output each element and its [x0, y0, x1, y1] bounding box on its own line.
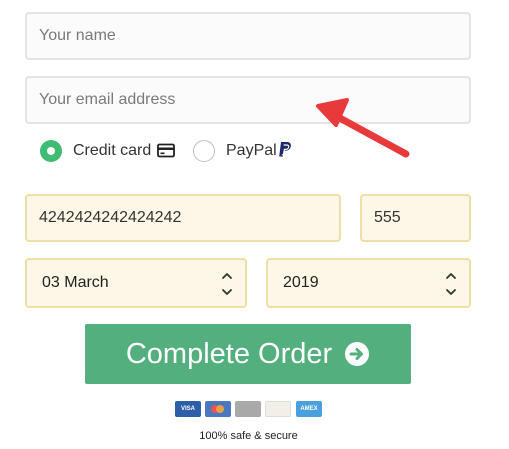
expiry-month-value: 03 March — [42, 274, 109, 291]
arrow-circle-right-icon — [345, 342, 370, 366]
expiry-year-select[interactable]: 2019 — [266, 258, 471, 308]
cvc-input[interactable] — [360, 194, 471, 242]
expiry-month-select[interactable]: 03 March — [25, 258, 247, 308]
email-input[interactable] — [25, 76, 471, 124]
paypal-radio[interactable] — [193, 140, 215, 162]
visa-logo: VISA — [175, 401, 201, 417]
complete-order-button[interactable]: Complete Order — [85, 324, 411, 384]
card-number-input[interactable] — [25, 194, 341, 242]
discover-logo — [265, 401, 291, 417]
credit-card-label[interactable]: Credit card — [73, 142, 151, 160]
paypal-label[interactable]: PayPal — [226, 142, 277, 160]
complete-order-label: Complete Order — [125, 337, 333, 370]
mastercard-logo — [205, 401, 231, 417]
amex-logo: AMEX — [296, 401, 322, 417]
expiry-year-value: 2019 — [283, 274, 319, 291]
generic-card-logo — [235, 401, 261, 417]
credit-card-icon — [157, 143, 175, 158]
credit-card-radio[interactable] — [40, 140, 62, 162]
select-chevron-icon — [222, 273, 232, 295]
name-input[interactable] — [25, 12, 471, 60]
secure-text: 100% safe & secure — [199, 430, 298, 442]
paypal-icon — [279, 142, 291, 157]
select-chevron-icon — [446, 273, 456, 295]
